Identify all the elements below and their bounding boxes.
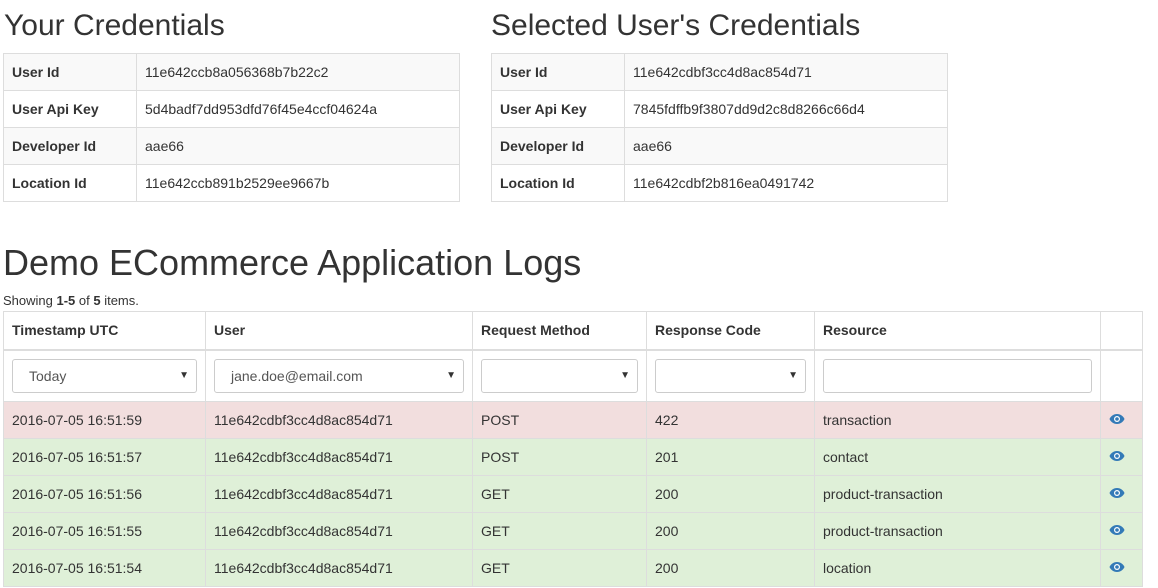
- cell-code: 201: [646, 438, 815, 476]
- eye-icon[interactable]: [1109, 487, 1125, 499]
- cell-timestamp: 2016-07-05 16:51:55: [3, 512, 206, 550]
- your-credentials-title: Your Credentials: [4, 9, 225, 42]
- caret-down-icon: ▼: [179, 369, 189, 381]
- credential-row: Location Id 11e642cdbf2b816ea0491742: [491, 164, 948, 202]
- cell-timestamp: 2016-07-05 16:51:56: [3, 475, 206, 513]
- credential-value: 11e642cdbf2b816ea0491742: [624, 164, 948, 202]
- cell-method: GET: [472, 475, 647, 513]
- table-row: 2016-07-05 16:51:57 11e642cdbf3cc4d8ac85…: [3, 438, 1143, 476]
- summary-suffix: items.: [100, 293, 139, 308]
- cell-user: 11e642cdbf3cc4d8ac854d71: [205, 512, 473, 550]
- logs-title: Demo ECommerce Application Logs: [3, 242, 582, 283]
- credential-label: User Api Key: [491, 90, 625, 128]
- user-filter-value: jane.doe@email.com: [231, 367, 363, 384]
- credential-value: aae66: [624, 127, 948, 165]
- summary-prefix: Showing: [3, 293, 57, 308]
- cell-code: 200: [646, 549, 815, 587]
- cell-code: 422: [646, 401, 815, 439]
- caret-down-icon: ▼: [620, 369, 630, 381]
- table-row: 2016-07-05 16:51:56 11e642cdbf3cc4d8ac85…: [3, 475, 1143, 513]
- cell-code: 200: [646, 512, 815, 550]
- credential-label: User Id: [491, 53, 625, 91]
- timestamp-filter-select[interactable]: Today ▼: [12, 358, 197, 393]
- cell-user: 11e642cdbf3cc4d8ac854d71: [205, 438, 473, 476]
- eye-icon[interactable]: [1109, 413, 1125, 425]
- credential-row: Developer Id aae66: [491, 127, 948, 165]
- credential-label: User Api Key: [3, 90, 137, 128]
- cell-code: 200: [646, 475, 815, 513]
- credential-value: 11e642ccb8a056368b7b22c2: [136, 53, 460, 91]
- logs-summary: Showing 1-5 of 5 items.: [3, 293, 139, 308]
- selected-credentials-title: Selected User's Credentials: [491, 9, 861, 42]
- resource-filter-input[interactable]: [823, 358, 1092, 393]
- cell-timestamp: 2016-07-05 16:51:57: [3, 438, 206, 476]
- summary-range: 1-5: [56, 293, 76, 308]
- cell-method: POST: [472, 438, 647, 476]
- cell-user: 11e642cdbf3cc4d8ac854d71: [205, 401, 473, 439]
- timestamp-filter-value: Today: [29, 367, 67, 384]
- column-header-actions: [1100, 311, 1143, 351]
- caret-down-icon: ▼: [788, 369, 798, 381]
- credential-label: User Id: [3, 53, 137, 91]
- column-header-user[interactable]: User: [205, 311, 473, 351]
- eye-icon[interactable]: [1109, 561, 1125, 573]
- selected-credentials-table: User Id 11e642cdbf3cc4d8ac854d71 User Ap…: [491, 53, 948, 202]
- column-header-response-code[interactable]: Response Code: [646, 311, 815, 351]
- credential-row: User Id 11e642cdbf3cc4d8ac854d71: [491, 53, 948, 91]
- cell-method: GET: [472, 549, 647, 587]
- cell-method: POST: [472, 401, 647, 439]
- cell-method: GET: [472, 512, 647, 550]
- table-row: 2016-07-05 16:51:54 11e642cdbf3cc4d8ac85…: [3, 549, 1143, 587]
- credential-value: 7845fdffb9f3807dd9d2c8d8266c66d4: [624, 90, 948, 128]
- caret-down-icon: ▼: [446, 369, 456, 381]
- credential-row: Developer Id aae66: [3, 127, 460, 165]
- credential-label: Developer Id: [3, 127, 137, 165]
- credential-label: Developer Id: [491, 127, 625, 165]
- credential-label: Location Id: [491, 164, 625, 202]
- column-header-timestamp[interactable]: Timestamp UTC: [3, 311, 206, 351]
- logs-table: Timestamp UTC User Request Method Respon…: [3, 311, 1143, 587]
- credential-label: Location Id: [3, 164, 137, 202]
- response-code-filter-select[interactable]: ▼: [655, 358, 806, 393]
- your-credentials-table: User Id 11e642ccb8a056368b7b22c2 User Ap…: [3, 53, 460, 202]
- credential-value: 5d4badf7dd953dfd76f45e4ccf04624a: [136, 90, 460, 128]
- credential-value: 11e642cdbf3cc4d8ac854d71: [624, 53, 948, 91]
- summary-middle: of: [75, 293, 94, 308]
- cell-user: 11e642cdbf3cc4d8ac854d71: [205, 475, 473, 513]
- credential-row: User Api Key 5d4badf7dd953dfd76f45e4ccf0…: [3, 90, 460, 128]
- eye-icon[interactable]: [1109, 450, 1125, 462]
- column-header-resource[interactable]: Resource: [814, 311, 1101, 351]
- cell-resource: contact: [814, 438, 1101, 476]
- table-row: 2016-07-05 16:51:55 11e642cdbf3cc4d8ac85…: [3, 512, 1143, 550]
- credential-value: aae66: [136, 127, 460, 165]
- cell-timestamp: 2016-07-05 16:51:54: [3, 549, 206, 587]
- summary-total: 5: [93, 293, 101, 308]
- table-row: 2016-07-05 16:51:59 11e642cdbf3cc4d8ac85…: [3, 401, 1143, 439]
- request-method-filter-select[interactable]: ▼: [481, 358, 638, 393]
- cell-resource: transaction: [814, 401, 1101, 439]
- credential-row: User Id 11e642ccb8a056368b7b22c2: [3, 53, 460, 91]
- cell-timestamp: 2016-07-05 16:51:59: [3, 401, 206, 439]
- column-header-request-method[interactable]: Request Method: [472, 311, 647, 351]
- cell-resource: product-transaction: [814, 512, 1101, 550]
- eye-icon[interactable]: [1109, 524, 1125, 536]
- credential-value: 11e642ccb891b2529ee9667b: [136, 164, 460, 202]
- filter-row: Today ▼ jane.doe@email.com ▼ ▼ ▼: [3, 349, 1143, 402]
- cell-resource: product-transaction: [814, 475, 1101, 513]
- user-filter-select[interactable]: jane.doe@email.com ▼: [214, 358, 464, 393]
- credential-row: User Api Key 7845fdffb9f3807dd9d2c8d8266…: [491, 90, 948, 128]
- cell-resource: location: [814, 549, 1101, 587]
- logs-header-row: Timestamp UTC User Request Method Respon…: [3, 311, 1143, 351]
- credential-row: Location Id 11e642ccb891b2529ee9667b: [3, 164, 460, 202]
- cell-user: 11e642cdbf3cc4d8ac854d71: [205, 549, 473, 587]
